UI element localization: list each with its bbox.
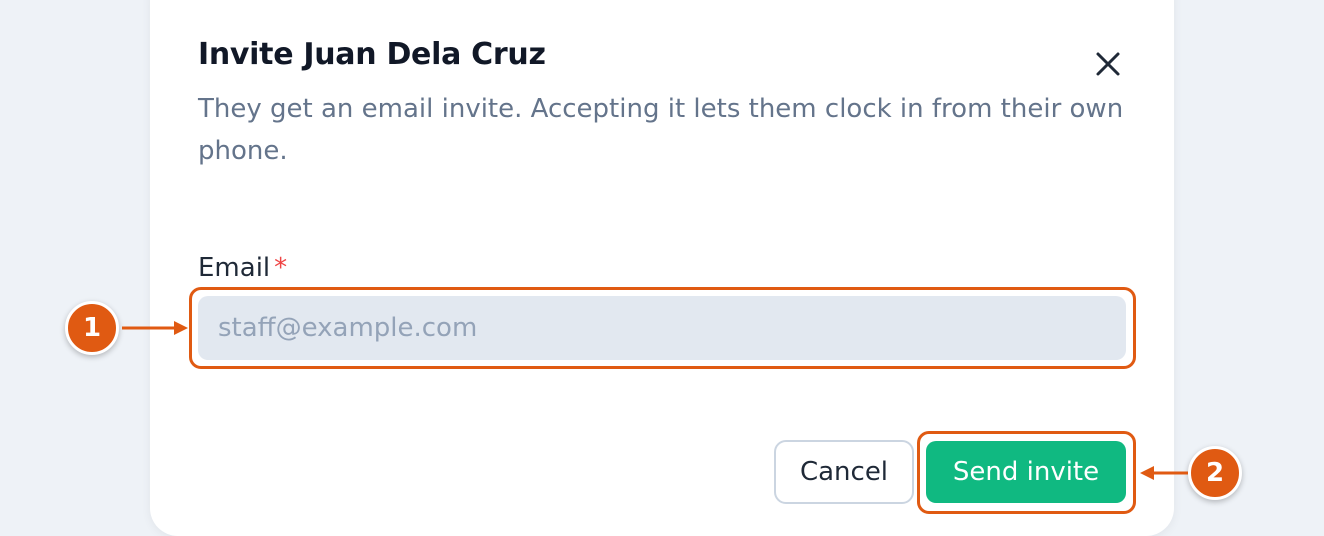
- required-marker: *: [274, 253, 288, 283]
- annotation-badge-1: 1: [65, 301, 119, 355]
- send-invite-button[interactable]: Send invite: [926, 441, 1126, 503]
- dialog-title: Invite Juan Dela Cruz: [198, 37, 546, 72]
- close-button[interactable]: [1088, 46, 1128, 86]
- annotation-arrow-2: [1140, 466, 1188, 480]
- email-input[interactable]: [198, 296, 1126, 360]
- dialog-description: They get an email invite. Accepting it l…: [198, 94, 1124, 166]
- annotation-badge-2: 2: [1188, 446, 1242, 500]
- close-icon: [1096, 52, 1120, 76]
- email-label-text: Email: [198, 253, 271, 283]
- annotation-arrow-1: [122, 321, 188, 335]
- cancel-button[interactable]: Cancel: [774, 440, 914, 504]
- email-label: Email *: [198, 250, 287, 286]
